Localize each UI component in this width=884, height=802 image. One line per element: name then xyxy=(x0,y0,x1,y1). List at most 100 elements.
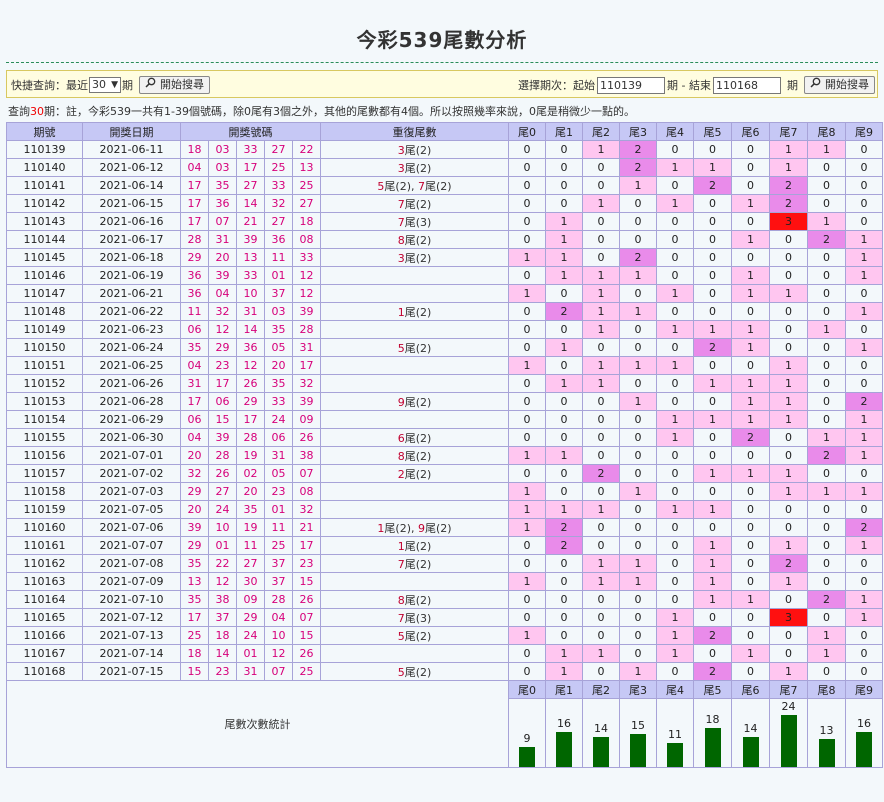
date-cell: 2021-06-11 xyxy=(82,140,181,159)
tail-count-bar xyxy=(630,734,646,767)
tail-count-cell: 1 xyxy=(845,482,883,501)
tail-count-cell: 0 xyxy=(656,338,694,357)
search-icon xyxy=(145,77,156,93)
tail-count-cell: 2 xyxy=(807,230,846,249)
table-row: 110151 2021-06-25 04 23 12 20 17 1 0 1 1 1 0 0 1 0 0 xyxy=(6,356,883,375)
table-row: 110166 2021-07-13 25 18 24 10 15 5尾(2) 1 0 0 0 1 2 0 0 1… xyxy=(6,626,883,645)
tail-count-cell: 0 xyxy=(508,590,546,609)
tail-count-cell: 1 xyxy=(656,626,694,645)
draw-number: 33 xyxy=(264,176,293,195)
tail-count-cell: 0 xyxy=(807,554,846,573)
draw-number: 29 xyxy=(236,608,265,627)
range-search-button[interactable]: 開始搜尋 xyxy=(804,76,875,94)
dup-count: (2) xyxy=(415,629,432,643)
tail-count-cell: 1 xyxy=(582,320,620,339)
tail-count-cell: 0 xyxy=(508,392,546,411)
tail-count-cell: 0 xyxy=(845,212,883,231)
draw-number: 33 xyxy=(292,248,321,267)
tail-count-cell: 0 xyxy=(582,482,620,501)
draw-number: 23 xyxy=(292,554,321,573)
header-tail-5: 尾5 xyxy=(693,122,732,141)
tail-count-cell: 0 xyxy=(845,500,883,519)
tail-count-cell: 2 xyxy=(693,626,732,645)
page-title: 今彩539尾數分析 xyxy=(356,28,528,52)
tail-count-cell: 0 xyxy=(807,266,846,285)
draw-number: 22 xyxy=(292,140,321,159)
tail-count-cell: 0 xyxy=(693,356,732,375)
table-row: 110167 2021-07-14 18 14 01 12 26 0 1 1 0 1 0 1 0 1 0 xyxy=(6,644,883,663)
date-cell: 2021-06-30 xyxy=(82,428,181,447)
header-numbers: 開獎號碼 xyxy=(180,122,321,141)
tail-count-cell: 0 xyxy=(582,428,620,447)
draw-number: 09 xyxy=(236,590,265,609)
quick-search-button[interactable]: 開始搜尋 xyxy=(139,76,210,94)
draw-number: 17 xyxy=(180,212,209,231)
tail-count-cell: 0 xyxy=(693,608,732,627)
table-body: 110139 2021-06-11 18 03 33 27 22 3尾(2) 0 0 1 2 0 0 0 1 1… xyxy=(6,140,883,768)
draw-number: 17 xyxy=(180,392,209,411)
dup-digit: 7 xyxy=(397,611,405,625)
tail-count-cell: 0 xyxy=(545,356,583,375)
dup-unit: 尾 xyxy=(404,467,416,481)
tail-count-cell: 0 xyxy=(769,302,808,321)
tail-count-cell: 0 xyxy=(731,302,770,321)
draw-number: 33 xyxy=(236,140,265,159)
draw-number: 29 xyxy=(208,338,237,357)
draw-number: 13 xyxy=(292,158,321,177)
tail-count-cell: 1 xyxy=(656,608,694,627)
summary-tail-header: 尾7 xyxy=(769,680,808,699)
period-cell: 110162 xyxy=(6,554,83,573)
end-period-input[interactable]: 110168 xyxy=(713,76,781,94)
tail-count-cell: 1 xyxy=(656,158,694,177)
tail-count-bar xyxy=(519,747,535,767)
tail-count-cell: 0 xyxy=(807,392,846,411)
tail-count-cell: 2 xyxy=(693,338,732,357)
start-period-input[interactable]: 110139 xyxy=(597,76,666,94)
draw-number: 25 xyxy=(264,158,293,177)
tail-count-cell: 0 xyxy=(807,302,846,321)
draw-number: 32 xyxy=(292,500,321,519)
dup-digit: 3 xyxy=(397,251,405,265)
draw-number: 17 xyxy=(236,410,265,429)
tail-count-cell: 0 xyxy=(769,248,808,267)
dup-cell xyxy=(320,410,509,429)
tail-count-cell: 0 xyxy=(582,518,620,537)
draw-number: 06 xyxy=(180,410,209,429)
tail-count-bar xyxy=(667,743,683,767)
tail-count-cell: 1 xyxy=(731,590,770,609)
draw-number: 11 xyxy=(236,536,265,555)
dup-count: (2) xyxy=(415,449,432,463)
tail-count-cell: 0 xyxy=(545,176,583,195)
draw-number: 25 xyxy=(264,536,293,555)
tail-count-cell: 0 xyxy=(619,410,657,429)
tail-count-cell: 0 xyxy=(582,536,620,555)
tail-count-cell: 0 xyxy=(693,644,732,663)
table-row: 110154 2021-06-29 06 15 17 24 09 0 0 0 0 1 1 1 1 0 1 xyxy=(6,410,883,429)
dup-cell xyxy=(320,644,509,663)
recent-select[interactable]: 30 ▼ xyxy=(89,77,121,93)
draw-number: 21 xyxy=(292,518,321,537)
draw-number: 13 xyxy=(180,572,209,591)
tail-count-cell: 0 xyxy=(731,500,770,519)
dup-cell xyxy=(320,374,509,393)
tail-count-cell: 0 xyxy=(508,662,546,681)
tail-count-cell: 1 xyxy=(807,212,846,231)
dup-digit: 7 xyxy=(397,215,405,229)
table-row: 110156 2021-07-01 20 28 19 31 38 8尾(2) 1 1 0 0 0 0 0 0 2… xyxy=(6,446,883,465)
dup-unit: 尾 xyxy=(384,521,396,535)
table-row: 110163 2021-07-09 13 12 30 37 15 1 0 1 1 0 1 0 1 0 0 xyxy=(6,572,883,591)
chevron-down-icon: ▼ xyxy=(111,80,118,90)
dup-digit: 8 xyxy=(397,449,405,463)
header-tail-0: 尾0 xyxy=(508,122,546,141)
tail-count-cell: 1 xyxy=(693,320,732,339)
tail-count-value: 9 xyxy=(523,732,531,745)
tail-count-cell: 0 xyxy=(619,464,657,483)
draw-number: 20 xyxy=(180,500,209,519)
tail-count-cell: 1 xyxy=(545,248,583,267)
date-cell: 2021-06-23 xyxy=(82,320,181,339)
tail-count-cell: 2 xyxy=(545,302,583,321)
date-cell: 2021-07-08 xyxy=(82,554,181,573)
draw-number: 31 xyxy=(264,446,293,465)
dup-cell: 6尾(2) xyxy=(320,428,509,447)
tail-count-cell: 1 xyxy=(731,284,770,303)
